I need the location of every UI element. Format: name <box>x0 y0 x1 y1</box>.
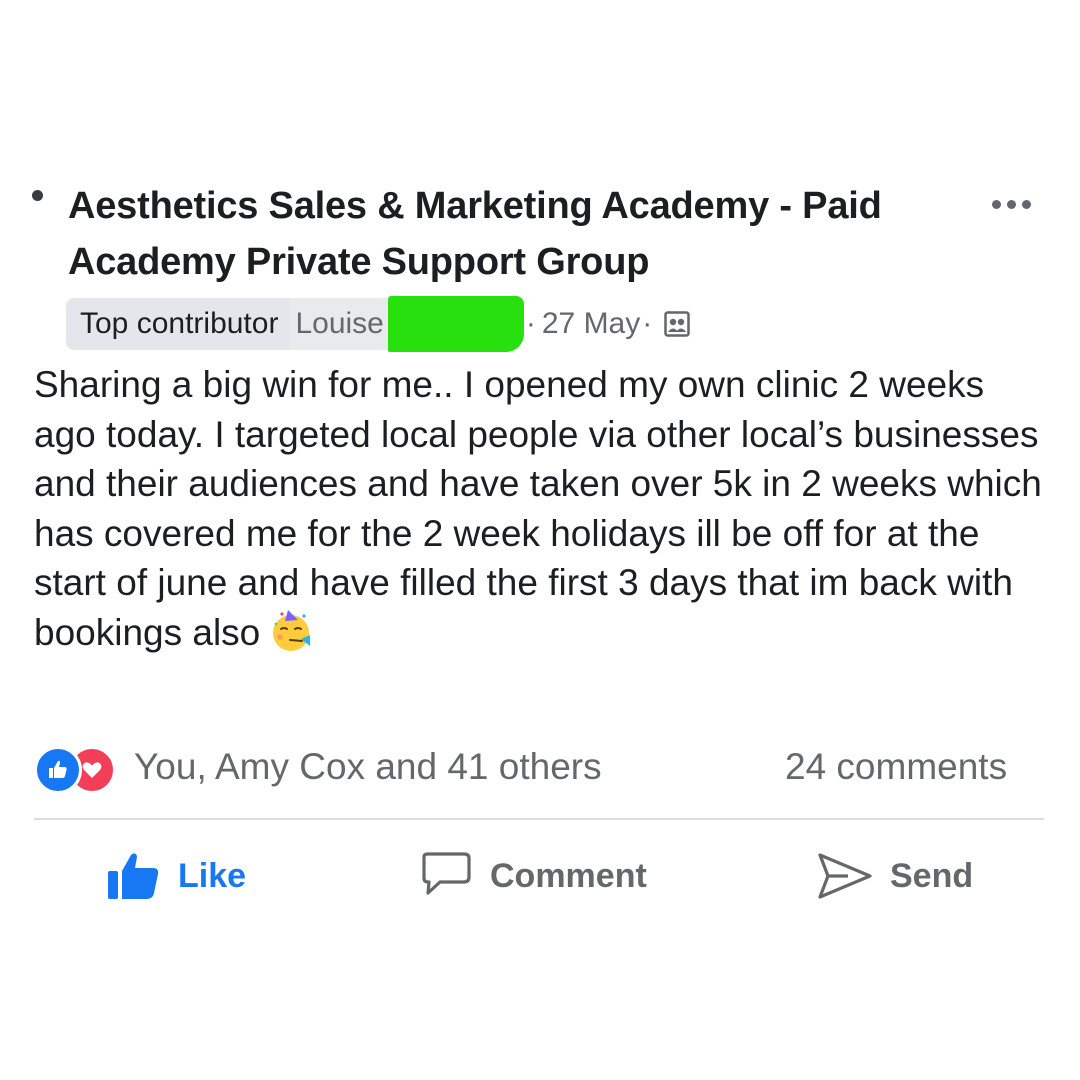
send-label: Send <box>890 856 974 895</box>
reaction-icons <box>34 744 126 794</box>
group-name[interactable]: Aesthetics Sales & Marketing Academy - P… <box>68 178 978 290</box>
reactions-bar[interactable]: You, Amy Cox and 41 others <box>34 742 602 794</box>
comment-button[interactable]: Comment <box>418 846 647 906</box>
author-name[interactable]: Louise <box>290 298 388 350</box>
comment-icon <box>418 851 474 901</box>
post-meta: Top contributor Louise · 27 May · <box>66 296 690 352</box>
send-button[interactable]: Send <box>816 846 973 906</box>
comment-label: Comment <box>490 856 647 895</box>
post-card: Aesthetics Sales & Marketing Academy - P… <box>0 0 1080 1080</box>
send-icon <box>816 851 874 901</box>
like-reaction-icon <box>34 746 82 794</box>
post-body: Sharing a big win for me.. I opened my o… <box>34 360 1044 658</box>
more-dot-icon <box>1007 200 1016 209</box>
more-dot-icon <box>992 200 1001 209</box>
more-dot-icon <box>1022 200 1031 209</box>
divider <box>34 818 1044 820</box>
like-label: Like <box>178 856 247 895</box>
partying-face-icon <box>268 608 314 654</box>
thumbs-up-icon <box>106 851 162 901</box>
reactions-summary[interactable]: You, Amy Cox and 41 others <box>134 746 602 788</box>
post-date[interactable]: 27 May <box>542 307 640 341</box>
comments-count[interactable]: 24 comments <box>785 742 1007 792</box>
members-icon <box>664 311 690 337</box>
separator: · <box>525 307 536 340</box>
redaction-mark <box>387 296 524 352</box>
like-button[interactable]: Like <box>106 846 246 906</box>
separator: · <box>642 307 653 340</box>
more-options-button[interactable] <box>988 196 1035 213</box>
post-text: Sharing a big win for me.. I opened my o… <box>34 364 1042 653</box>
group-avatar[interactable] <box>32 190 43 201</box>
top-contributor-badge[interactable]: Top contributor <box>66 298 291 350</box>
